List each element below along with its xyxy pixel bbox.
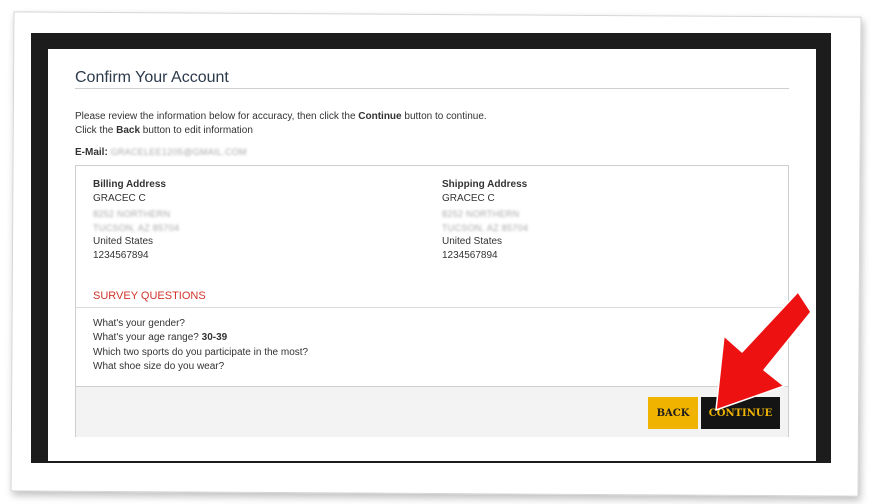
billing-address: Billing Address GRACEC C 8252 NORTHERN T…: [93, 178, 179, 264]
intro-text: Please review the information below for …: [75, 110, 487, 138]
intro-back-word: Back: [116, 125, 141, 136]
billing-city: TUCSON, AZ 85704: [93, 222, 180, 233]
survey-question-sports: Which two sports do you participate in t…: [93, 346, 309, 358]
billing-country: United States: [93, 236, 154, 248]
email-row: E-Mail: GRACELEE1205@GMAIL.COM: [75, 147, 247, 158]
action-footer: BACK CONTINUE: [76, 386, 788, 437]
intro-line-2-end: button to edit information: [140, 125, 253, 136]
intro-continue-word: Continue: [358, 111, 402, 122]
survey-list: What's your gender? What's your age rang…: [93, 317, 308, 374]
page-title: Confirm Your Account: [75, 69, 229, 86]
survey-question-age: What's your age range? 30-39: [93, 331, 308, 345]
intro-line-2-start: Click the: [75, 125, 117, 136]
intro-line-1-start: Please review the information below for …: [75, 111, 359, 122]
shipping-phone: 1234567894: [442, 250, 498, 262]
shipping-city: TUCSON, AZ 85704: [442, 222, 529, 233]
survey-title: SURVEY QUESTIONS: [93, 290, 206, 302]
billing-name: GRACEC C: [93, 193, 146, 205]
shipping-heading: Shipping Address: [442, 179, 528, 190]
red-arrow-icon: [715, 291, 812, 411]
shipping-name: GRACEC C: [442, 193, 495, 205]
survey-age-answer: 30-39: [201, 332, 228, 344]
intro-line-1-end: button to continue.: [401, 111, 487, 122]
shipping-country: United States: [442, 236, 503, 248]
shipping-street: 8252 NORTHERN: [442, 208, 520, 219]
intro-line-2: Click the Back button to edit informatio…: [75, 124, 487, 138]
email-label: E-Mail:: [75, 147, 108, 158]
survey-age-text: What's your age range?: [93, 332, 199, 344]
confirm-account-page: Confirm Your Account Please review the i…: [48, 49, 816, 461]
survey-divider: [76, 307, 788, 308]
back-button[interactable]: BACK: [648, 397, 698, 429]
email-value: GRACELEE1205@GMAIL.COM: [110, 147, 247, 157]
survey-question-shoe-size: What shoe size do you wear?: [93, 360, 225, 372]
shipping-address: Shipping Address GRACEC C 8252 NORTHERN …: [442, 178, 528, 264]
billing-phone: 1234567894: [93, 250, 149, 262]
intro-line-1: Please review the information below for …: [75, 110, 487, 124]
title-divider: [75, 88, 789, 89]
account-summary-box: Billing Address GRACEC C 8252 NORTHERN T…: [75, 165, 789, 437]
billing-street: 8252 NORTHERN: [93, 208, 171, 219]
survey-question-gender: What's your gender?: [93, 318, 185, 329]
billing-heading: Billing Address: [93, 179, 166, 190]
